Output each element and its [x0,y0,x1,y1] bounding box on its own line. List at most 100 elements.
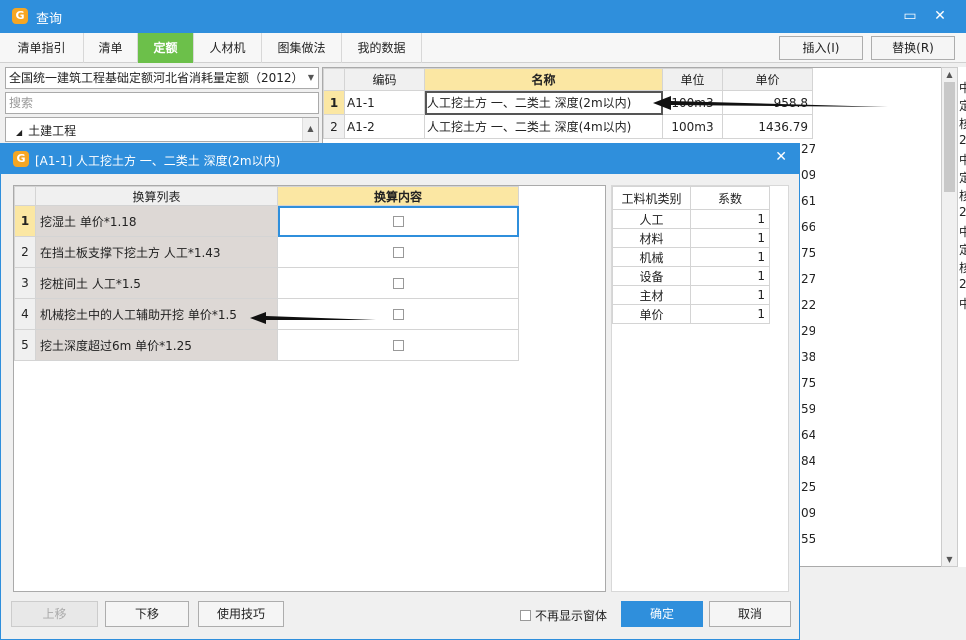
coef-category: 人工 [612,209,691,229]
cancel-button[interactable]: 取消 [709,601,791,627]
cell-code[interactable]: A1-2 [344,114,425,139]
table-row[interactable]: 设备 1 [612,266,770,286]
price-fragment: 27 [801,142,815,156]
coef-value[interactable]: 1 [690,228,770,248]
peek-text: 2 [959,277,966,291]
conversion-dialog: G [A1-1] 人工挖土方 一、二类土 深度(2m以内) ✕ 换算列表 换算内… [0,143,800,640]
peek-text: 中 [959,297,966,311]
table-row[interactable]: 1 挖湿土 单价*1.18 [14,205,519,237]
cell-name[interactable]: 人工挖土方 一、二类土 深度(4m以内) [424,114,663,139]
row-number: 5 [14,329,36,361]
right-peek-column: 中 定 核 2 中 定 核 2 中 定 核 2 中 [958,67,966,567]
table-row[interactable]: 单价 1 [612,304,770,324]
conversion-checkbox[interactable] [392,216,404,227]
no-show-option[interactable]: 不再显示窗体 [520,607,607,624]
conversion-name: 挖湿土 单价*1.18 [35,205,278,237]
table-row[interactable]: 3 挖桩间土 人工*1.5 [14,267,519,299]
cell-code[interactable]: A1-1 [344,90,425,115]
no-show-checkbox[interactable] [520,610,531,621]
peek-text: 定 [959,243,966,257]
grid-scrollbar[interactable]: ▲ ▼ [941,67,958,567]
coef-value[interactable]: 1 [690,266,770,286]
coef-value[interactable]: 1 [690,304,770,324]
price-fragment: 09 [801,168,815,182]
price-fragment: 75 [801,376,815,390]
peek-text: 核 [959,117,966,131]
tab-quota[interactable]: 定额 [138,33,194,63]
scroll-up-icon[interactable]: ▲ [302,118,318,141]
tab-atlas-method[interactable]: 图集做法 [262,33,342,63]
close-icon[interactable]: ✕ [928,5,952,27]
replace-button[interactable]: 替换(R) [871,36,955,60]
conversion-name: 挖土深度超过6m 单价*1.25 [35,329,278,361]
peek-text: 核 [959,261,966,275]
grid-header-unit[interactable]: 单位 [662,68,723,91]
peek-text: 2 [959,133,966,147]
coef-category: 主材 [612,285,691,305]
move-up-button[interactable]: 上移 [11,601,98,627]
price-fragment: 66 [801,220,815,234]
conversion-checkbox-cell[interactable] [277,205,519,237]
coef-value[interactable]: 1 [690,285,770,305]
grid-corner [323,68,345,91]
quota-library-select[interactable]: 全国统一建筑工程基础定额河北省消耗量定额（2012） ▼ [5,67,319,89]
window-titlebar: G 查询 ▭ ✕ [0,0,966,33]
quota-library-value: 全国统一建筑工程基础定额河北省消耗量定额（2012） [9,71,304,85]
grid-header-name[interactable]: 名称 [424,68,663,91]
peek-text: 中 [959,225,966,239]
grid-header-price[interactable]: 单价 [722,68,813,91]
close-icon[interactable]: ✕ [775,149,787,165]
minimize-icon[interactable]: ▭ [898,5,922,27]
annotation-arrow-icon [653,96,888,110]
ok-button[interactable]: 确定 [621,601,703,627]
price-fragment: 22 [801,298,815,312]
cell-price[interactable]: 1436.79 [722,114,813,139]
table-row[interactable]: 2 A1-2 人工挖土方 一、二类土 深度(4m以内) 100m3 1436.7… [323,114,813,139]
table-row[interactable]: 材料 1 [612,228,770,248]
scrollbar-thumb[interactable] [944,82,955,192]
peek-text: 定 [959,99,966,113]
conversion-checkbox[interactable] [392,340,404,351]
table-row[interactable]: 人工 1 [612,209,770,229]
conversion-name: 机械挖土中的人工辅助开挖 单价*1.5 [35,298,278,330]
peek-text: 2 [959,205,966,219]
window-title: 查询 [36,12,63,27]
table-row[interactable]: 机械 1 [612,247,770,267]
tips-button[interactable]: 使用技巧 [198,601,284,627]
quota-tree: ◢ 土建工程 ▲ [5,117,319,142]
conversion-checkbox-cell[interactable] [277,329,519,361]
tab-my-data[interactable]: 我的数据 [342,33,422,63]
conv-header-content: 换算内容 [277,186,519,206]
conversion-checkbox-cell[interactable] [277,236,519,268]
table-row[interactable]: 2 在挡土板支撑下挖土方 人工*1.43 [14,236,519,268]
conversion-checkbox[interactable] [392,278,404,289]
app-logo-icon: G [12,8,28,24]
grid-header-code[interactable]: 编码 [344,68,425,91]
cell-unit[interactable]: 100m3 [662,114,723,139]
insert-button[interactable]: 插入(I) [779,36,863,60]
conv-corner [14,186,36,206]
coef-category: 材料 [612,228,691,248]
coef-value[interactable]: 1 [690,209,770,229]
price-fragment: 61 [801,194,815,208]
row-number: 3 [14,267,36,299]
move-down-button[interactable]: 下移 [105,601,189,627]
tab-labor-material[interactable]: 人材机 [194,33,262,63]
conversion-checkbox[interactable] [392,309,404,320]
scroll-up-icon[interactable]: ▲ [942,70,957,79]
cell-name[interactable]: 人工挖土方 一、二类土 深度(2m以内) [424,90,663,115]
conv-header-list: 换算列表 [35,186,278,206]
tab-bill[interactable]: 清单 [84,33,138,63]
conversion-checkbox[interactable] [392,247,404,258]
tree-item-civil[interactable]: ◢ 土建工程 [16,122,76,139]
coef-value[interactable]: 1 [690,247,770,267]
tab-bill-guide[interactable]: 清单指引 [0,33,84,63]
peek-text: 中 [959,153,966,167]
annotation-arrow-icon [250,312,376,324]
table-row[interactable]: 主材 1 [612,285,770,305]
coef-category: 设备 [612,266,691,286]
conversion-checkbox-cell[interactable] [277,267,519,299]
table-row[interactable]: 5 挖土深度超过6m 单价*1.25 [14,329,519,361]
search-input[interactable]: 搜索 [5,92,319,114]
scroll-down-icon[interactable]: ▼ [942,555,957,564]
